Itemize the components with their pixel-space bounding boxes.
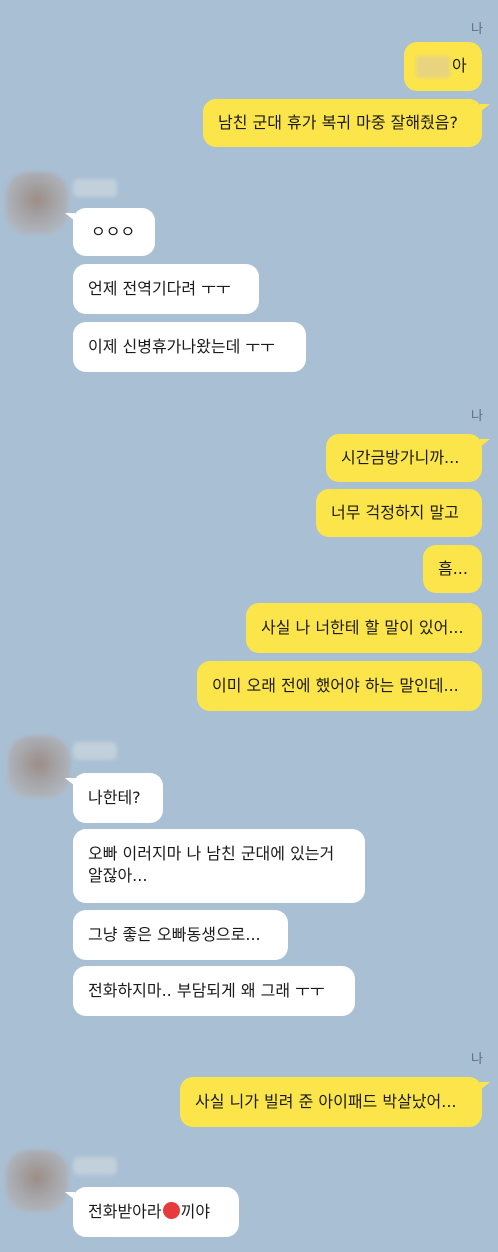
message-text: 언제 전역기다려 ㅜㅜ: [88, 279, 231, 298]
bubble-tail: [65, 213, 75, 221]
message-text: 사실 니가 빌려 준 아이패드 박살났어...: [195, 1092, 457, 1111]
message-text: 그냥 좋은 오빠동생으로...: [88, 925, 261, 944]
message-bubble[interactable]: 남친 군대 휴가 복귀 마중 잘해줬음?: [203, 99, 482, 147]
message-text: 전화받아라: [88, 1202, 162, 1221]
avatar[interactable]: [6, 172, 68, 234]
message-text: ㅇㅇㅇ: [91, 222, 136, 241]
message-text: 남친 군대 휴가 복귀 마중 잘해줬음?: [218, 113, 459, 132]
message-bubble[interactable]: 아: [404, 42, 482, 91]
message-text: 오빠 이러지마 나 남친 군대에 있는거 알잖아...: [88, 844, 335, 885]
message-bubble[interactable]: 오빠 이러지마 나 남친 군대에 있는거 알잖아...: [73, 829, 365, 903]
message-bubble[interactable]: 전화받아라 끼야: [73, 1187, 239, 1237]
bubble-tail: [65, 778, 75, 786]
message-text: 아: [452, 56, 467, 75]
message-bubble[interactable]: 언제 전역기다려 ㅜㅜ: [73, 264, 259, 314]
message-bubble[interactable]: 이미 오래 전에 했어야 하는 말인데...: [197, 661, 482, 711]
bubble-tail: [480, 439, 490, 447]
sender-name-blurred: [73, 742, 117, 760]
message-bubble[interactable]: 너무 걱정하지 말고: [316, 489, 482, 537]
sender-label: 나: [471, 1052, 483, 1067]
message-text: 시간금방가니까...: [341, 448, 460, 467]
message-text: 전화하지마.. 부담되게 왜 그래 ㅜㅜ: [88, 981, 325, 1000]
message-text: 나한테?: [88, 788, 141, 807]
message-text: 흠...: [438, 559, 468, 578]
message-bubble[interactable]: 나한테?: [73, 773, 163, 823]
avatar[interactable]: [6, 1150, 68, 1212]
message-text: 이제 신병휴가나왔는데 ㅜㅜ: [88, 337, 275, 356]
bubble-tail: [480, 104, 490, 112]
censor-dot: [162, 1202, 180, 1219]
sender-label: 나: [471, 22, 483, 37]
message-bubble[interactable]: 시간금방가니까...: [326, 434, 482, 482]
message-bubble[interactable]: 그냥 좋은 오빠동생으로...: [73, 910, 288, 960]
sender-name-blurred: [73, 179, 117, 197]
avatar[interactable]: [8, 736, 70, 798]
message-bubble[interactable]: ㅇㅇㅇ: [73, 208, 155, 256]
sender-name-blurred: [73, 1157, 117, 1175]
message-text: 사실 나 너한테 할 말이 있어...: [261, 618, 464, 637]
message-bubble[interactable]: 전화하지마.. 부담되게 왜 그래 ㅜㅜ: [73, 966, 355, 1016]
message-text: 너무 걱정하지 말고: [331, 503, 459, 522]
bubble-tail: [65, 1192, 75, 1200]
message-text: 끼야: [180, 1202, 211, 1221]
sender-label: 나: [471, 409, 483, 424]
blurred-name: [416, 55, 450, 78]
message-bubble[interactable]: 사실 니가 빌려 준 아이패드 박살났어...: [180, 1077, 482, 1127]
bubble-tail: [480, 1082, 490, 1090]
message-text: 이미 오래 전에 했어야 하는 말인데...: [212, 676, 459, 695]
message-bubble[interactable]: 사실 나 너한테 할 말이 있어...: [246, 603, 482, 653]
message-bubble[interactable]: 이제 신병휴가나왔는데 ㅜㅜ: [73, 322, 306, 372]
message-bubble[interactable]: 흠...: [423, 545, 482, 593]
